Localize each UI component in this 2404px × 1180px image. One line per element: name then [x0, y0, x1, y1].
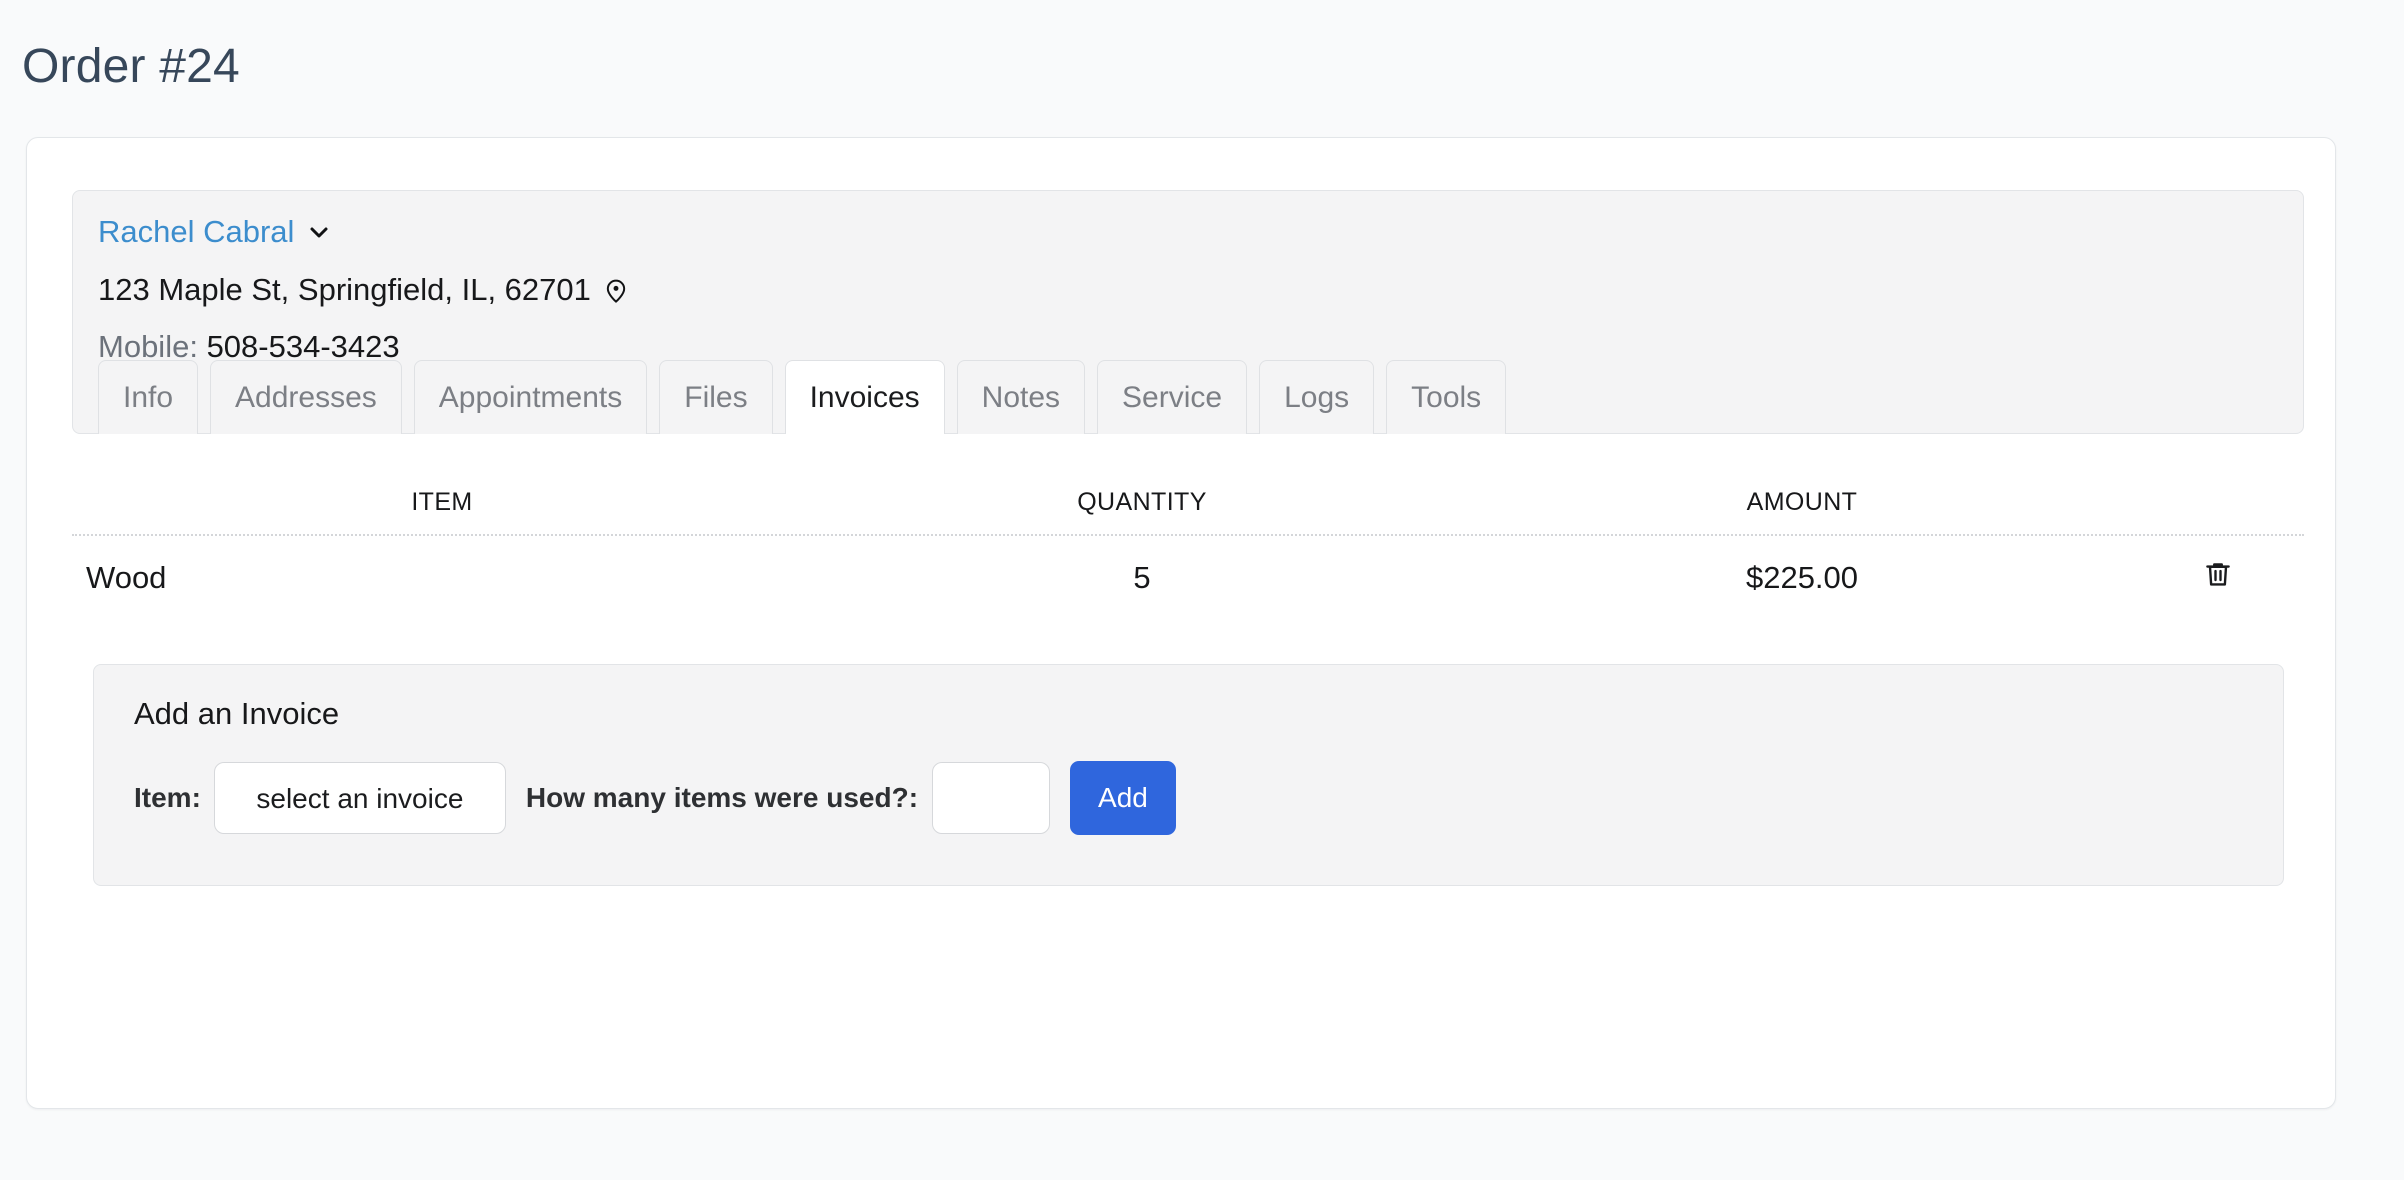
tab-service[interactable]: Service	[1097, 360, 1248, 434]
delete-invoice-button[interactable]	[2203, 558, 2233, 590]
order-detail-page: Order #24 Rachel Cabral 123 Maple St, Sp…	[0, 0, 2404, 1180]
add-invoice-panel: Add an Invoice Item: select an invoice H…	[93, 664, 2284, 886]
customer-tab-strip: Info Addresses Appointments Files Invoic…	[98, 360, 1507, 434]
invoice-select[interactable]: select an invoice	[213, 762, 506, 834]
customer-address-row: 123 Maple St, Springfield, IL, 62701	[98, 274, 630, 305]
table-row: Wood 5 $225.00	[72, 536, 2304, 620]
chevron-down-icon[interactable]	[307, 220, 331, 244]
cell-amount: $225.00	[1745, 560, 1859, 595]
tab-notes[interactable]: Notes	[956, 360, 1086, 434]
tab-invoices[interactable]: Invoices	[784, 360, 945, 434]
customer-mobile-label: Mobile:	[98, 329, 198, 364]
column-header-amount: AMOUNT	[1746, 487, 1858, 516]
item-label: Item:	[134, 782, 201, 813]
invoices-table: ITEM QUANTITY AMOUNT Wood 5 $225.00	[72, 470, 2304, 620]
table-header-row: ITEM QUANTITY AMOUNT	[72, 470, 2304, 536]
cell-quantity: 5	[1133, 560, 1151, 595]
tab-tools[interactable]: Tools	[1386, 360, 1507, 434]
column-header-quantity: QUANTITY	[1077, 487, 1207, 516]
cell-item: Wood	[86, 560, 167, 595]
quantity-input[interactable]	[932, 762, 1051, 834]
customer-address: 123 Maple St, Springfield, IL, 62701	[98, 272, 591, 307]
map-pin-icon[interactable]	[602, 276, 630, 304]
customer-summary-panel: Rachel Cabral 123 Maple St, Springfield,…	[72, 190, 2304, 434]
tab-info[interactable]: Info	[98, 360, 199, 434]
customer-name-link[interactable]: Rachel Cabral	[98, 216, 294, 247]
tab-appointments[interactable]: Appointments	[413, 360, 648, 434]
trash-icon	[2203, 563, 2233, 593]
customer-name-row[interactable]: Rachel Cabral	[98, 216, 331, 247]
quantity-label: How many items were used?:	[525, 782, 919, 813]
order-card: Rachel Cabral 123 Maple St, Springfield,…	[26, 137, 2336, 1109]
customer-mobile-row: Mobile: 508-534-3423	[98, 331, 400, 362]
cell-actions	[2132, 558, 2304, 598]
tab-files[interactable]: Files	[659, 360, 773, 434]
page-title: Order #24	[22, 40, 240, 94]
tab-logs[interactable]: Logs	[1259, 360, 1375, 434]
customer-mobile-value: 508-534-3423	[206, 329, 400, 364]
tab-addresses[interactable]: Addresses	[210, 360, 402, 434]
add-invoice-form: Item: select an invoice How many items w…	[134, 761, 1176, 835]
column-header-item: ITEM	[411, 487, 473, 516]
add-button[interactable]: Add	[1070, 761, 1176, 835]
add-invoice-heading: Add an Invoice	[134, 696, 340, 731]
